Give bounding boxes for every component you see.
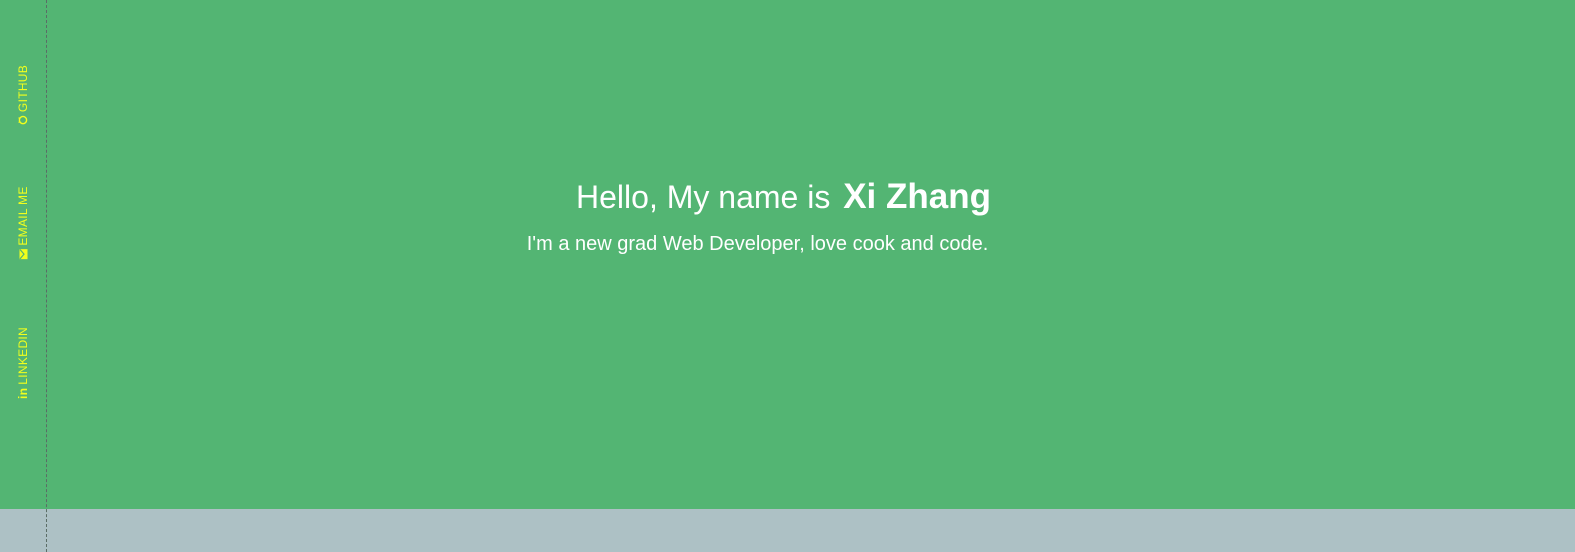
person-name: Xi Zhang <box>843 177 991 216</box>
linkedin-icon: in <box>16 387 30 400</box>
linkedin-link[interactable]: in LINKEDIN <box>16 327 30 399</box>
hero-text: Hello, My name is Xi Zhang I'm a new gra… <box>0 175 1575 257</box>
github-link[interactable]: GITHUB <box>16 65 30 125</box>
github-icon <box>18 115 28 125</box>
linkedin-label: LINKEDIN <box>16 326 30 385</box>
tagline: I'm a new grad Web Developer, love cook … <box>526 233 989 255</box>
sidebar-divider <box>46 0 47 552</box>
page: Hello, My name is Xi Zhang I'm a new gra… <box>0 0 1575 552</box>
email-label: EMAIL ME <box>16 186 30 246</box>
github-label: GITHUB <box>16 64 30 113</box>
email-link[interactable]: EMAIL ME <box>16 186 30 260</box>
envelope-icon <box>19 249 28 260</box>
hero-section: Hello, My name is Xi Zhang I'm a new gra… <box>0 0 1575 509</box>
greeting-text: Hello, My name is <box>576 179 831 215</box>
greeting-heading: Hello, My name is Xi Zhang <box>0 175 1571 219</box>
